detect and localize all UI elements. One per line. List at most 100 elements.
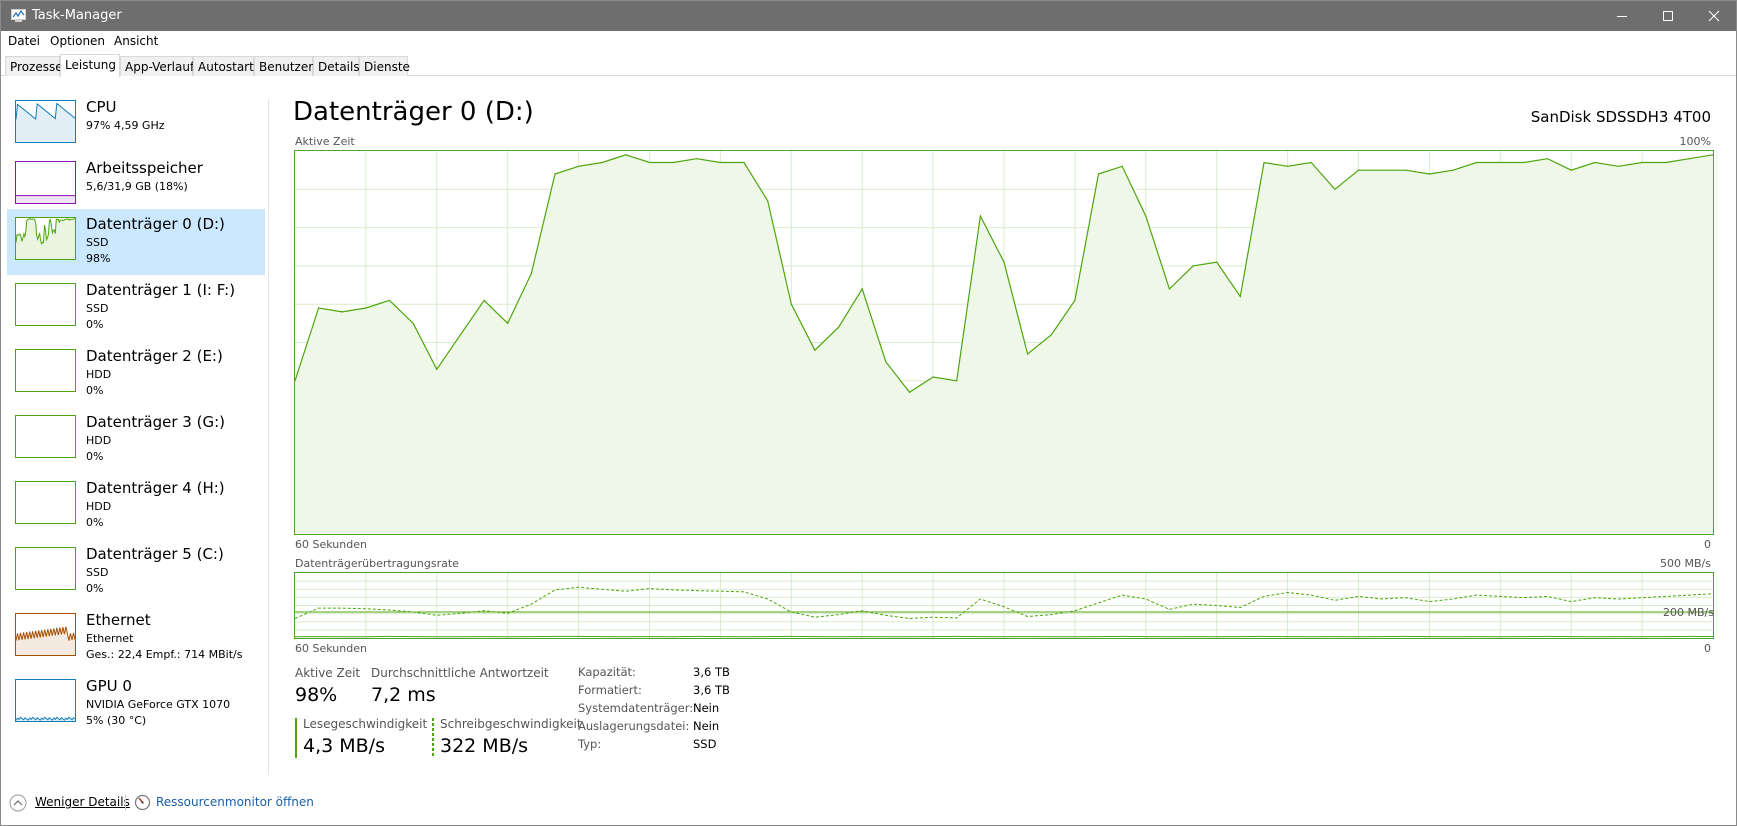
tab-dienste[interactable]: Dienste <box>359 56 410 76</box>
thumbnail-svg <box>16 548 75 589</box>
system-disk-key: Systemdatenträger: <box>578 701 694 715</box>
performance-sidebar: CPU 97% 4,59 GHz Arbeitsspeicher 5,6/31,… <box>1 77 267 777</box>
capacity-value: 3,6 TB <box>693 665 730 679</box>
maximize-button[interactable] <box>1645 1 1691 31</box>
tab-prozesse[interactable]: Prozesse <box>5 56 63 76</box>
task-manager-app-icon <box>11 9 26 22</box>
active-time-point <box>459 334 461 336</box>
sidebar-item-subtitle: SSD <box>86 236 109 249</box>
disk-model-name: SanDisk SDSSDH3 4T00 <box>1530 108 1711 126</box>
sidebar-item-title: CPU <box>86 98 117 116</box>
thumbnail-svg <box>16 416 75 457</box>
active-time-stat-value: 98% <box>295 684 338 706</box>
active-time-point <box>1428 173 1430 175</box>
read-speed-legend-line <box>295 718 297 758</box>
tab-app-verlauf[interactable]: App-Verlauf <box>120 56 194 76</box>
active-time-point <box>1617 165 1620 167</box>
maximize-icon <box>1663 11 1673 21</box>
sidebar-item-disk-0[interactable]: Datenträger 0 (D:) SSD 98% <box>7 209 265 275</box>
sidebar-item-subtitle: SSD <box>86 302 109 315</box>
active-time-point <box>885 361 887 363</box>
active-time-point <box>1476 161 1478 164</box>
active-time-point <box>1641 161 1643 164</box>
tab-leistung[interactable]: Leistung <box>60 54 120 77</box>
disk-4-thumbnail-graph <box>15 481 76 524</box>
title-bar[interactable]: Task-Manager <box>1 1 1736 31</box>
sidebar-item-disk-2[interactable]: Datenträger 2 (E:) HDD 0% <box>7 341 265 407</box>
close-button[interactable] <box>1691 1 1737 31</box>
page-file-key: Auslagerungsdatei: <box>578 719 690 733</box>
sidebar-item-gpu-0[interactable]: GPU 0 NVIDIA GeForce GTX 1070 5% (30 °C) <box>7 671 265 737</box>
thumbnail-svg <box>16 626 75 655</box>
fewer-details-button[interactable]: Weniger Details <box>35 795 130 809</box>
sidebar-item-disk-5[interactable]: Datenträger 5 (C:) SSD 0% <box>7 539 265 605</box>
sidebar-item-usage: 0% <box>86 450 104 463</box>
active-time-point <box>1263 161 1265 164</box>
active-time-point <box>979 215 982 217</box>
menu-optionen[interactable]: Optionen <box>50 34 105 48</box>
active-time-point <box>861 288 863 290</box>
active-time-point <box>1121 165 1123 167</box>
sidebar-item-subtitle: Ethernet <box>86 632 134 645</box>
active-time-point <box>1523 161 1525 164</box>
active-time-point <box>1665 161 1667 164</box>
sidebar-item-subtitle: HDD <box>86 434 112 447</box>
tab-autostart[interactable]: Autostart <box>193 56 254 76</box>
sidebar-separator <box>268 99 269 775</box>
active-time-point <box>625 154 627 156</box>
minimize-button[interactable] <box>1599 1 1645 31</box>
active-time-point <box>1097 173 1100 175</box>
cpu-thumbnail-graph <box>15 100 76 143</box>
footer-divider <box>125 795 126 811</box>
active-time-point <box>908 391 911 393</box>
active-time-point <box>1594 161 1596 164</box>
formatted-value: 3,6 TB <box>693 683 730 697</box>
sidebar-item-cpu[interactable]: CPU 97% 4,59 GHz <box>7 92 265 158</box>
active-time-max-label: 100% <box>1679 135 1711 148</box>
sidebar-item-disk-4[interactable]: Datenträger 4 (H:) HDD 0% <box>7 473 265 539</box>
chevron-up-circle-icon[interactable] <box>9 794 27 812</box>
sidebar-item-disk-3[interactable]: Datenträger 3 (G:) HDD 0% <box>7 407 265 473</box>
sidebar-item-disk-1[interactable]: Datenträger 1 (I: F:) SSD 0% <box>7 275 265 341</box>
page-title: Datenträger 0 (D:) <box>293 97 534 127</box>
active-time-point <box>1168 288 1170 290</box>
active-time-point <box>719 161 721 164</box>
active-time-x-end-label: 0 <box>1704 538 1711 551</box>
active-time-point <box>743 161 745 164</box>
active-time-point <box>1145 215 1147 217</box>
active-time-point <box>814 349 816 351</box>
read-speed-value: 4,3 MB/s <box>303 735 385 757</box>
footer-bar: Weniger Details Ressourcenmonitor öffnen <box>1 787 1736 817</box>
thumbnail-area <box>16 103 75 142</box>
read-speed-label: Lesegeschwindigkeit <box>303 717 428 731</box>
active-time-point <box>578 165 580 167</box>
menu-datei[interactable]: Datei <box>8 34 40 48</box>
tab-details[interactable]: Details <box>313 56 360 76</box>
active-time-point <box>1003 261 1005 263</box>
active-time-point <box>1027 353 1029 355</box>
sidebar-item-title: Datenträger 5 (C:) <box>86 545 224 563</box>
window-title: Task-Manager <box>32 8 122 23</box>
active-time-point <box>1050 334 1052 336</box>
sidebar-item-subtitle: HDD <box>86 500 112 513</box>
active-time-point <box>1074 299 1076 301</box>
minimize-icon <box>1617 16 1627 17</box>
sidebar-item-title: Datenträger 0 (D:) <box>86 215 225 233</box>
sidebar-item-title: Datenträger 3 (G:) <box>86 413 225 431</box>
active-time-point <box>412 322 414 324</box>
disk-3-thumbnail-graph <box>15 415 76 458</box>
active-time-stat-label: Aktive Zeit <box>295 666 361 680</box>
sidebar-item-ethernet[interactable]: Ethernet Ethernet Ges.: 22,4 Empf.: 714 … <box>7 605 265 671</box>
resource-monitor-icon[interactable] <box>134 794 151 811</box>
tab-benutzer[interactable]: Benutzer <box>254 56 313 76</box>
menu-bar: Datei Optionen Ansicht <box>1 31 1736 51</box>
menu-ansicht[interactable]: Ansicht <box>114 34 158 48</box>
active-time-point <box>1499 161 1501 164</box>
active-time-point <box>388 299 391 301</box>
page-file-value: Nein <box>693 719 720 733</box>
disk-2-thumbnail-graph <box>15 349 76 392</box>
resource-monitor-link[interactable]: Ressourcenmonitor öffnen <box>156 795 314 809</box>
sidebar-item-usage: 0% <box>86 516 104 529</box>
active-time-point <box>838 326 840 328</box>
capacity-key: Kapazität: <box>578 665 636 679</box>
